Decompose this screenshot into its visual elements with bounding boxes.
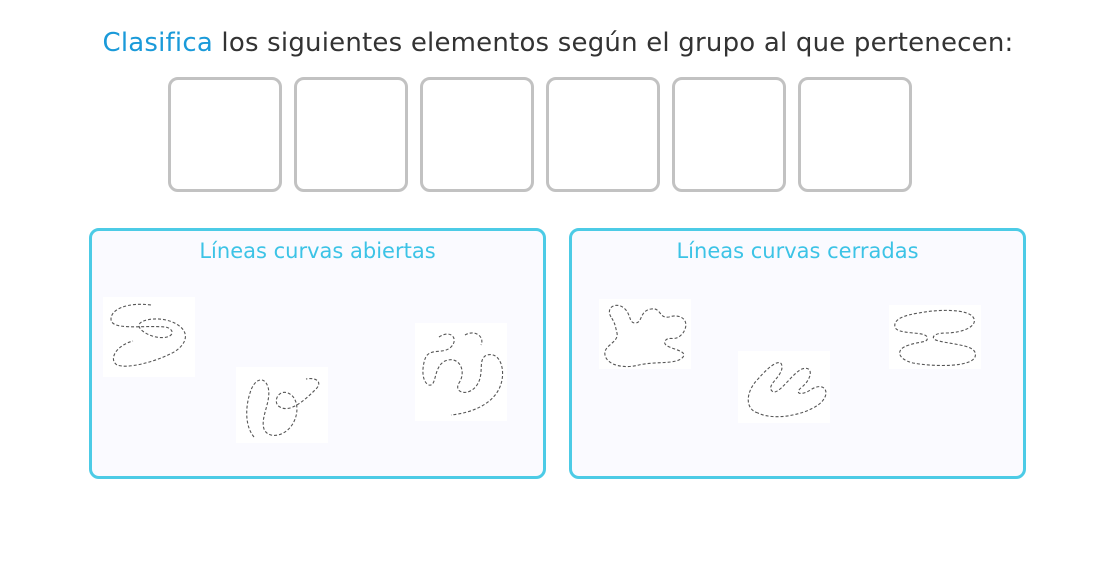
instruction-verb: Clasifica (102, 28, 213, 58)
curve-card-open-2[interactable] (236, 367, 328, 443)
zone-title-open: Líneas curvas abiertas (199, 239, 436, 263)
empty-slot-2[interactable] (294, 77, 408, 192)
instruction: Clasifica los siguientes elementos según… (0, 28, 1116, 58)
open-curve-1-icon (110, 303, 186, 367)
curve-card-open-1[interactable] (103, 297, 195, 377)
curve-card-closed-2[interactable] (738, 351, 830, 423)
empty-slot-3[interactable] (420, 77, 534, 192)
source-slots (168, 77, 912, 192)
curve-card-closed-3[interactable] (889, 305, 981, 369)
instruction-text: los siguientes elementos según el grupo … (212, 28, 1014, 58)
empty-slot-6[interactable] (798, 77, 912, 192)
closed-curve-3-icon (894, 309, 976, 366)
empty-slot-1[interactable] (168, 77, 282, 192)
open-curve-2-icon (246, 378, 320, 438)
open-curve-3-icon (422, 332, 504, 416)
curve-card-closed-1[interactable] (599, 299, 691, 369)
zone-title-closed: Líneas curvas cerradas (676, 239, 919, 263)
closed-curve-2-icon (747, 362, 827, 418)
drop-zone-closed-curves[interactable]: Líneas curvas cerradas (569, 228, 1026, 479)
empty-slot-4[interactable] (546, 77, 660, 192)
curve-card-open-3[interactable] (415, 323, 507, 421)
closed-curve-1-icon (604, 304, 687, 368)
drop-zone-open-curves[interactable]: Líneas curvas abiertas (89, 228, 546, 479)
empty-slot-5[interactable] (672, 77, 786, 192)
